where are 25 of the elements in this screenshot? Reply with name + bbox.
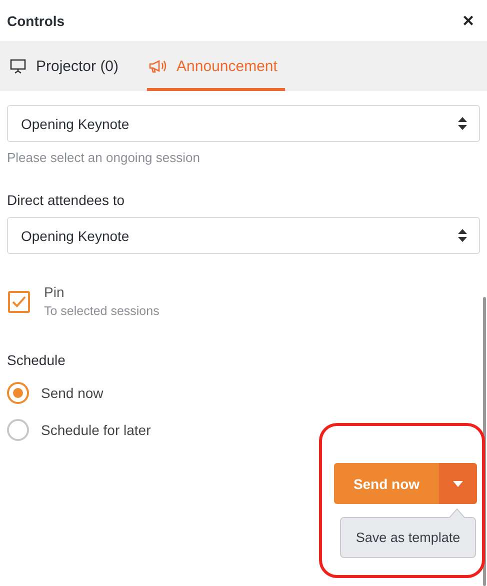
checkbox-sublabel: To selected sessions [44, 304, 160, 318]
session-select[interactable]: Opening Keynote [7, 217, 480, 254]
panel-title: Controls [7, 12, 65, 28]
megaphone-icon [148, 59, 167, 73]
radio-label: Send now [41, 384, 104, 400]
check-icon [12, 296, 26, 308]
section-label: Schedule [7, 352, 66, 368]
updown-icon [458, 117, 467, 130]
projector-icon [10, 58, 26, 74]
close-button[interactable]: ✕ [462, 12, 475, 30]
session-select[interactable]: Opening Keynote [7, 105, 480, 142]
tooltip: Save as template [340, 517, 476, 558]
updown-icon [458, 229, 467, 242]
dropdown-button[interactable] [439, 463, 477, 504]
checkbox-label: Pin [44, 284, 66, 300]
hint-text: Please select an ongoing session [7, 150, 201, 165]
radio-button[interactable] [7, 382, 29, 404]
caret-icon [453, 480, 463, 486]
radio-label: Schedule for later [41, 422, 151, 438]
tab[interactable]: Projector (0) [8, 41, 127, 91]
pin-checkbox[interactable] [8, 291, 30, 313]
tooltip-pointer-icon [449, 508, 465, 518]
field-label: Direct attendees to [7, 192, 126, 208]
radio-button[interactable] [7, 418, 29, 440]
scrollbar[interactable] [483, 297, 486, 586]
